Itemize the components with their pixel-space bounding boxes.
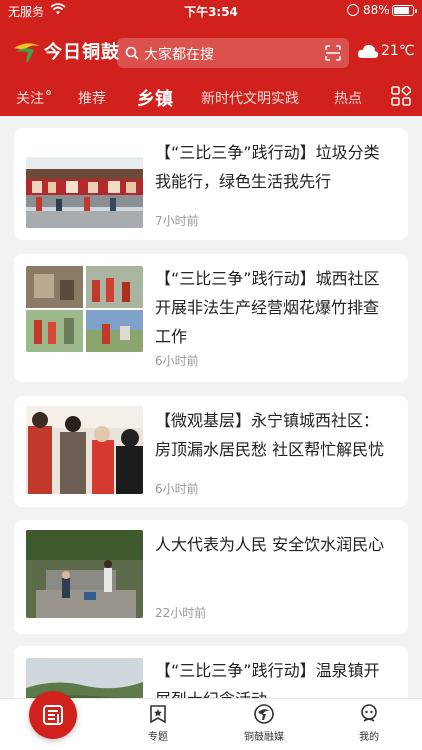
- new-dot: [46, 90, 51, 95]
- news-thumbnail: [26, 406, 143, 494]
- news-card[interactable]: 【“三比三争”践行动】垃圾分类我能行，绿色生活我先行 7小时前: [14, 128, 408, 240]
- tab-home[interactable]: [29, 691, 77, 739]
- tab-label: 专题: [148, 732, 168, 743]
- news-card[interactable]: 【“三比三争”践行动】温泉镇开展烈士纪念活动: [14, 646, 408, 698]
- news-card[interactable]: 人大代表为人民 安全饮水润民心 22小时前: [14, 520, 408, 634]
- news-card[interactable]: 【微观基层】永宁镇城西社区：房顶漏水居民愁 社区帮忙解民忧 6小时前: [14, 396, 408, 507]
- weather-widget[interactable]: 21℃: [357, 43, 415, 59]
- news-title: 【微观基层】永宁镇城西社区：房顶漏水居民愁 社区帮忙解民忧: [155, 411, 385, 459]
- news-time: 6小时前: [155, 354, 199, 368]
- profile-icon: [361, 704, 377, 722]
- search-bar[interactable]: 大家都在搜: [117, 38, 349, 68]
- search-placeholder: 大家都在搜: [144, 47, 214, 63]
- news-time: 7小时前: [155, 214, 199, 228]
- news-title: 【“三比三争”践行动】城西社区开展非法生产经营烟花爆竹排查工作: [155, 269, 380, 346]
- news-card[interactable]: 【“三比三争”践行动】城西社区开展非法生产经营烟花爆竹排查工作 6小时前: [14, 254, 408, 382]
- weather-temp: 21℃: [381, 43, 415, 59]
- battery-fill: [394, 7, 409, 14]
- battery-icon: [392, 5, 417, 16]
- tab-mine[interactable]: 我的: [339, 703, 399, 743]
- tab-label: 我的: [359, 732, 379, 743]
- news-feed[interactable]: 【“三比三争”践行动】垃圾分类我能行，绿色生活我先行 7小时前 【“三比三争”践…: [0, 116, 422, 698]
- top-bar: 今日铜鼓 大家都在搜 21℃: [0, 34, 422, 70]
- scan-icon[interactable]: [325, 45, 341, 61]
- news-title: 人大代表为人民 安全饮水润民心: [155, 535, 385, 554]
- media-icon: [254, 704, 274, 724]
- channel-grid-icon[interactable]: [391, 86, 411, 106]
- tab-follow[interactable]: 关注: [16, 88, 51, 108]
- news-title: 【“三比三争”践行动】垃圾分类我能行，绿色生活我先行: [155, 143, 380, 191]
- channel-tabs: 关注 推荐 乡镇 新时代文明实践 热点: [0, 80, 422, 116]
- cloud-icon: [357, 44, 379, 58]
- tab-civilization-practice[interactable]: 新时代文明实践: [201, 88, 299, 108]
- tab-label: 铜鼓融媒: [244, 732, 284, 743]
- tab-tonggu-media[interactable]: 铜鼓融媒: [234, 703, 294, 743]
- news-thumbnail: [26, 266, 143, 352]
- tab-township[interactable]: 乡镇: [137, 85, 173, 111]
- tab-label: 关注: [16, 91, 44, 107]
- news-time: 6小时前: [155, 482, 199, 496]
- news-thumbnail: [26, 157, 143, 228]
- news-thumbnail: [26, 530, 143, 618]
- app-header: 无服务 下午3:54 88% 今日铜鼓 大家都在搜 21℃ 关注 推荐 乡镇 新…: [0, 0, 422, 116]
- topic-icon: [150, 705, 166, 724]
- news-time: 22小时前: [155, 606, 207, 620]
- news-icon: [43, 705, 63, 725]
- tab-topic[interactable]: 专题: [128, 703, 188, 743]
- orientation-lock-icon: [347, 4, 359, 16]
- battery-percent: 88%: [363, 3, 390, 17]
- app-logo: 今日铜鼓: [12, 38, 120, 64]
- news-title: 【“三比三争”践行动】温泉镇开展烈士纪念活动: [155, 661, 380, 698]
- app-name: 今日铜鼓: [44, 42, 120, 63]
- search-icon: [125, 46, 139, 60]
- tab-recommend[interactable]: 推荐: [78, 88, 106, 108]
- status-bar: 无服务 下午3:54 88%: [0, 0, 422, 22]
- bottom-tab-bar: 专题 铜鼓融媒 我的: [0, 691, 422, 750]
- logo-icon: [14, 43, 40, 62]
- tab-hot[interactable]: 热点: [334, 88, 362, 108]
